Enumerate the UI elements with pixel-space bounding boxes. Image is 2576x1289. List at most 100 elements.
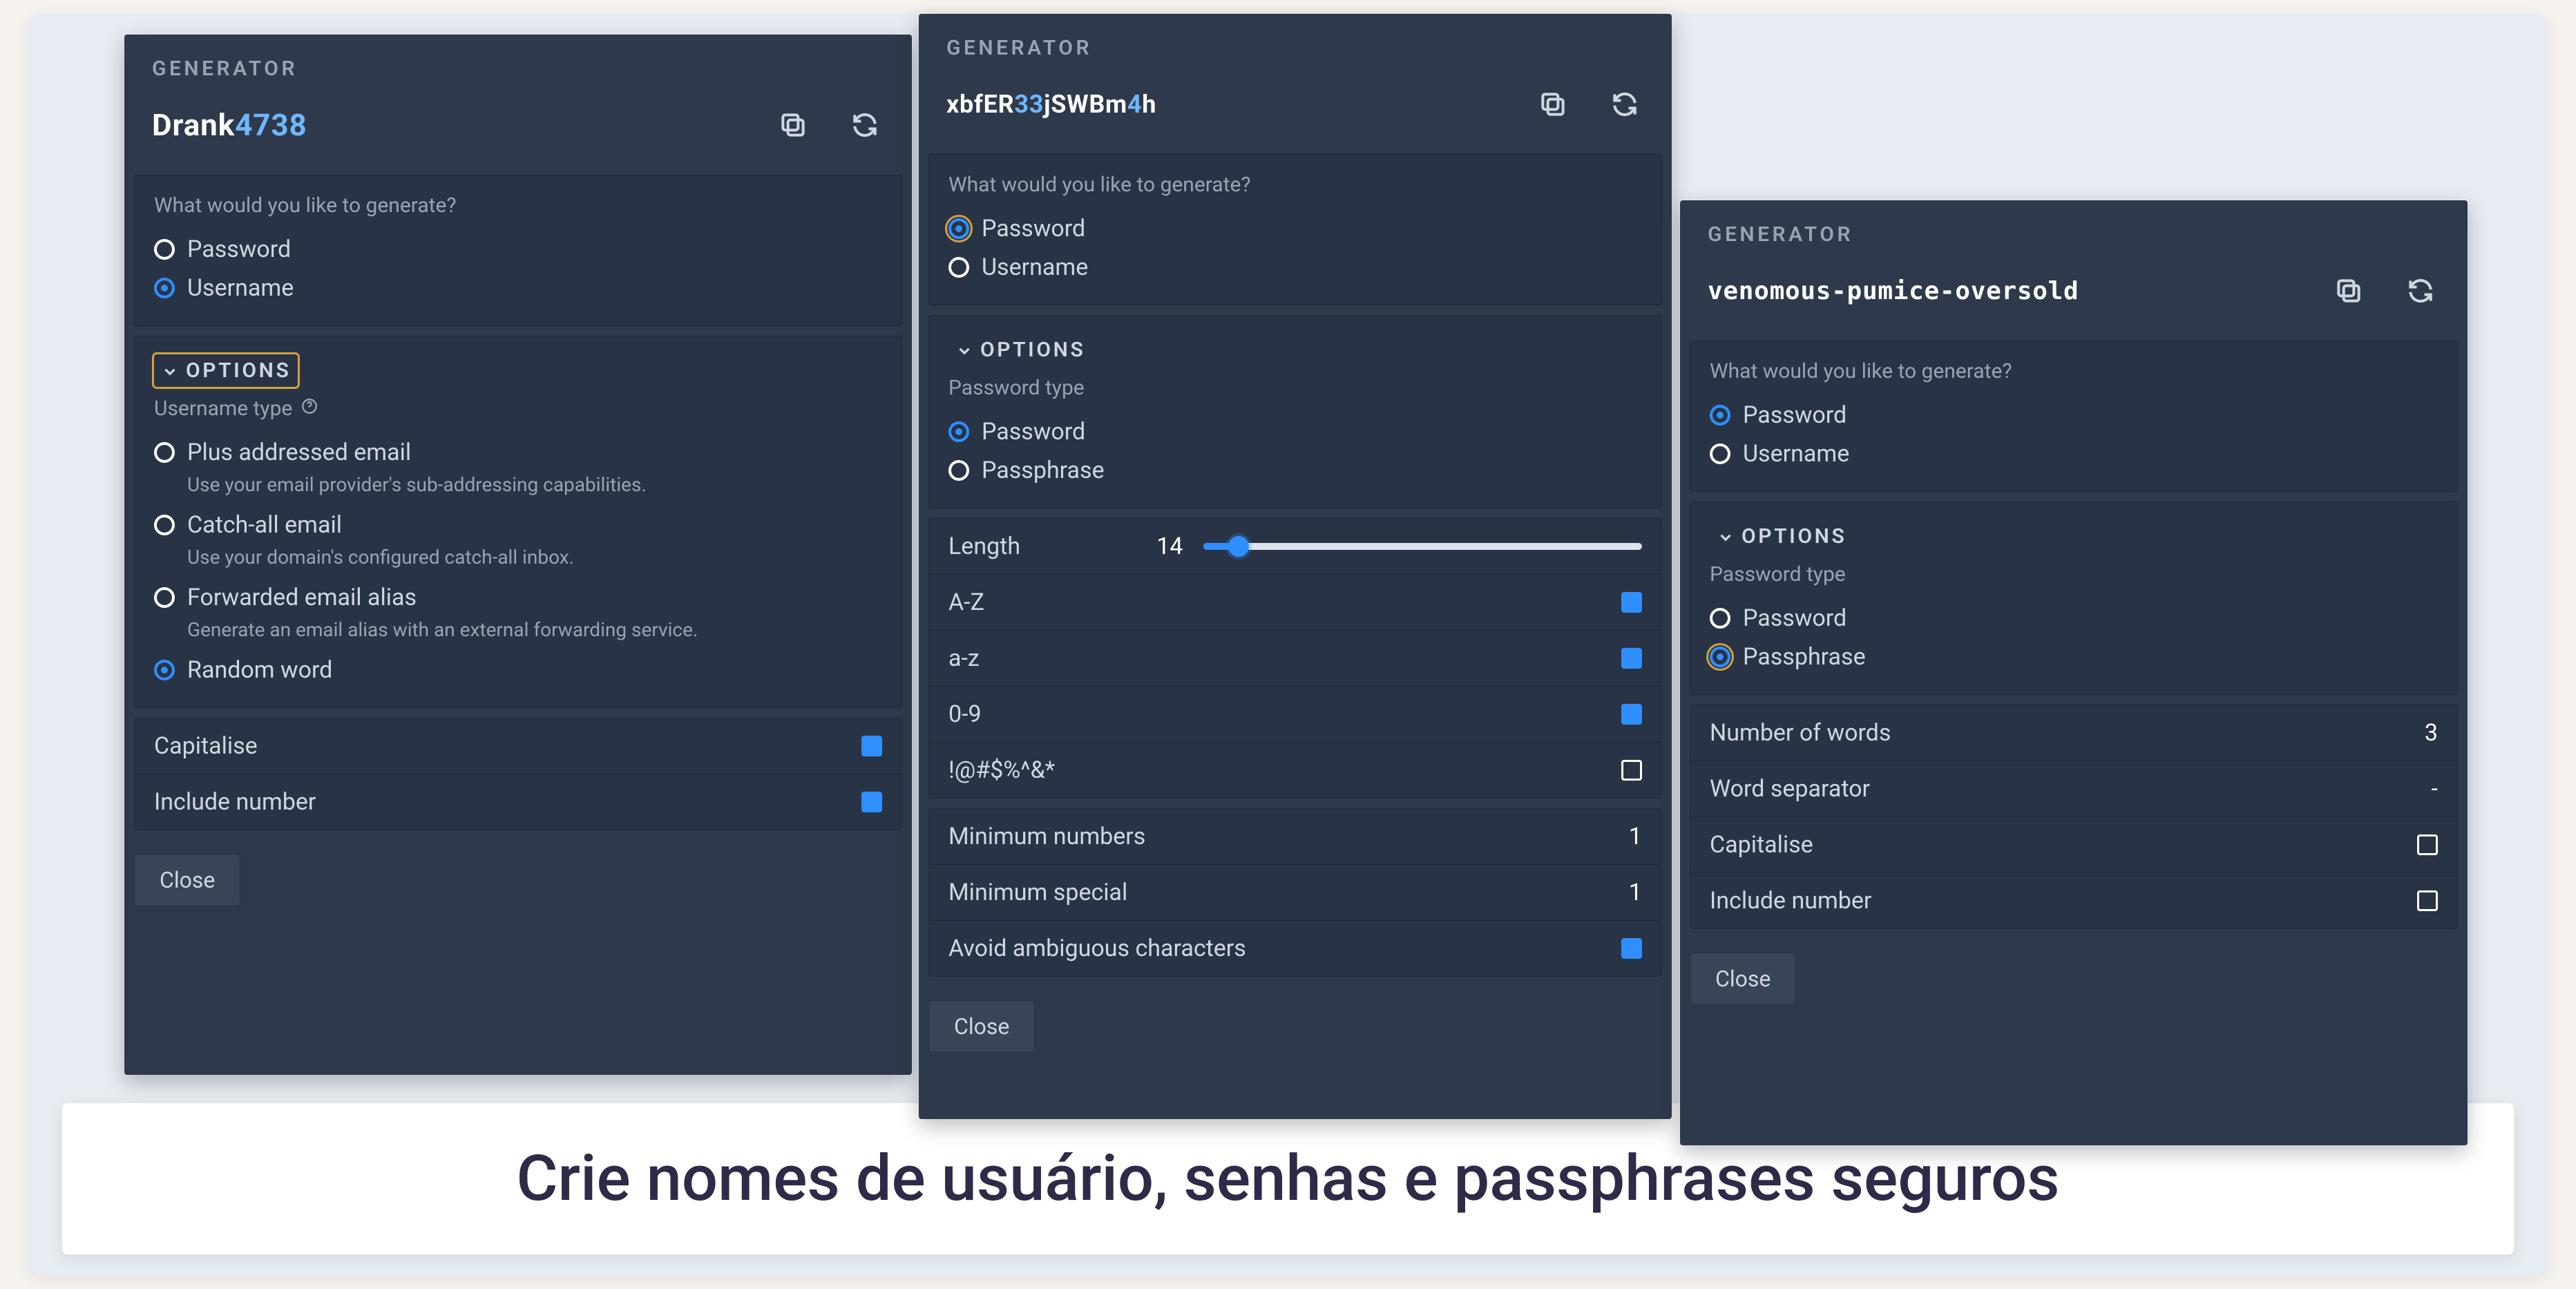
options-block: OPTIONS Password type Password Passphras…	[928, 315, 1662, 508]
panel-footer: Close	[1680, 939, 2468, 1026]
radio-indicator	[154, 587, 175, 608]
radio-label: Password	[1743, 604, 1847, 632]
regenerate-icon[interactable]	[846, 106, 884, 144]
regenerate-icon[interactable]	[2401, 271, 2440, 310]
generate-type-block: What would you like to generate? Passwor…	[1690, 341, 2458, 492]
options-block: OPTIONS Username type Plus addressed ema…	[134, 336, 902, 708]
radio-indicator	[948, 460, 969, 481]
row-word-separator[interactable]: Word separator -	[1690, 761, 2457, 817]
row-num-words[interactable]: Number of words 3	[1690, 705, 2457, 761]
checkbox[interactable]	[1621, 648, 1642, 669]
radio-indicator	[1710, 443, 1730, 464]
generator-title: GENERATOR	[124, 35, 912, 88]
generator-header: xbfER33jSWBm4h	[919, 67, 1672, 154]
radio-indicator	[1710, 647, 1730, 667]
radio-password[interactable]: Password	[1710, 396, 2438, 435]
radio-indicator	[1710, 405, 1730, 426]
radio-indicator	[948, 218, 969, 239]
checkbox[interactable]	[1621, 760, 1642, 781]
row-capitalise[interactable]: Capitalise	[1690, 817, 2457, 872]
row-symbols[interactable]: !@#$%^&*	[929, 742, 1661, 798]
checkbox[interactable]	[1621, 592, 1642, 613]
radio-label: Random word	[187, 656, 332, 684]
row-min-special[interactable]: Minimum special 1	[929, 864, 1661, 920]
radio-indicator	[154, 278, 175, 298]
checkbox[interactable]	[861, 792, 882, 812]
radio-password[interactable]: Password	[154, 230, 882, 269]
generated-output: venomous-pumice-oversold	[1708, 277, 2079, 305]
row-avoid-ambiguous[interactable]: Avoid ambiguous characters	[929, 920, 1661, 976]
regenerate-icon[interactable]	[1605, 85, 1644, 124]
radio-username[interactable]: Username	[154, 269, 882, 307]
password-char-rows: Length 14 A-Z a-z 0-9	[928, 518, 1662, 799]
radio-label: Catch-all email	[187, 511, 342, 539]
username-type-label: Username type	[154, 397, 882, 421]
options-label: OPTIONS	[186, 359, 291, 383]
generator-header: venomous-pumice-oversold	[1680, 254, 2468, 341]
radio-forwarded-alias[interactable]: Forwarded email alias	[154, 578, 882, 617]
radio-passwordtype-passphrase[interactable]: Passphrase	[948, 451, 1642, 490]
row-upper[interactable]: A-Z	[929, 574, 1661, 630]
radio-passwordtype-password[interactable]: Password	[1710, 599, 2438, 638]
generate-prompt: What would you like to generate?	[1710, 359, 2438, 383]
option-desc: Use your domain's configured catch-all i…	[187, 546, 882, 569]
radio-passwordtype-password[interactable]: Password	[948, 412, 1642, 451]
checkbox[interactable]	[1621, 704, 1642, 725]
radio-indicator	[1710, 608, 1730, 629]
radio-label: Forwarded email alias	[187, 584, 417, 611]
radio-catchall-email[interactable]: Catch-all email	[154, 506, 882, 544]
copy-icon[interactable]	[2329, 271, 2368, 310]
row-min-numbers[interactable]: Minimum numbers 1	[929, 809, 1661, 864]
generator-title: GENERATOR	[1680, 200, 2468, 254]
radio-plus-email[interactable]: Plus addressed email	[154, 433, 882, 472]
options-toggle[interactable]: OPTIONS	[1710, 520, 1853, 553]
panel-footer: Close	[919, 986, 1672, 1073]
radio-label: Password	[982, 418, 1085, 446]
checkbox[interactable]	[2417, 890, 2438, 911]
row-lower[interactable]: a-z	[929, 630, 1661, 686]
generator-title: GENERATOR	[919, 14, 1672, 67]
row-digits[interactable]: 0-9	[929, 686, 1661, 742]
panel-footer: Close	[124, 840, 912, 927]
slider-thumb[interactable]	[1228, 536, 1249, 557]
row-capitalise[interactable]: Capitalise	[135, 718, 901, 774]
radio-label: Username	[1743, 440, 1849, 468]
passphrase-rows: Number of words 3 Word separator - Capit…	[1690, 705, 2458, 929]
chevron-down-icon	[1717, 528, 1735, 546]
username-settings-rows: Capitalise Include number	[134, 718, 902, 830]
generated-output: xbfER33jSWBm4h	[946, 90, 1156, 119]
checkbox[interactable]	[861, 736, 882, 756]
generator-panel-password: GENERATOR xbfER33jSWBm4h What would you …	[919, 14, 1672, 1119]
radio-indicator	[154, 442, 175, 463]
row-include-number[interactable]: Include number	[135, 774, 901, 830]
options-toggle[interactable]: OPTIONS	[948, 334, 1092, 366]
password-type-label: Password type	[1710, 562, 2438, 586]
checkbox[interactable]	[2417, 834, 2438, 855]
radio-username[interactable]: Username	[1710, 435, 2438, 473]
generated-digits: 4738	[235, 107, 307, 143]
close-button[interactable]: Close	[928, 1000, 1035, 1053]
generator-header: Drank4738	[124, 88, 912, 175]
radio-username[interactable]: Username	[948, 248, 1642, 287]
options-block: OPTIONS Password type Password Passphras…	[1690, 502, 2458, 695]
radio-indicator	[154, 239, 175, 260]
close-button[interactable]: Close	[1690, 953, 1796, 1005]
radio-indicator	[948, 421, 969, 442]
close-button[interactable]: Close	[134, 854, 240, 906]
copy-icon[interactable]	[774, 106, 812, 144]
options-toggle[interactable]: OPTIONS	[154, 354, 298, 387]
length-slider[interactable]	[1203, 543, 1642, 550]
generator-panel-username: GENERATOR Drank4738 What would you like …	[124, 35, 912, 1075]
copy-icon[interactable]	[1534, 85, 1572, 124]
options-label: OPTIONS	[1742, 524, 1847, 548]
checkbox[interactable]	[1621, 938, 1642, 959]
radio-random-word[interactable]: Random word	[154, 651, 882, 689]
help-icon[interactable]	[300, 397, 318, 421]
row-include-number[interactable]: Include number	[1690, 872, 2457, 928]
generate-type-block: What would you like to generate? Passwor…	[134, 175, 902, 326]
radio-passwordtype-passphrase[interactable]: Passphrase	[1710, 638, 2438, 676]
radio-password[interactable]: Password	[948, 209, 1642, 248]
length-value: 14	[1156, 533, 1183, 560]
password-extra-rows: Minimum numbers 1 Minimum special 1 Avoi…	[928, 808, 1662, 977]
row-length[interactable]: Length 14	[929, 519, 1661, 574]
